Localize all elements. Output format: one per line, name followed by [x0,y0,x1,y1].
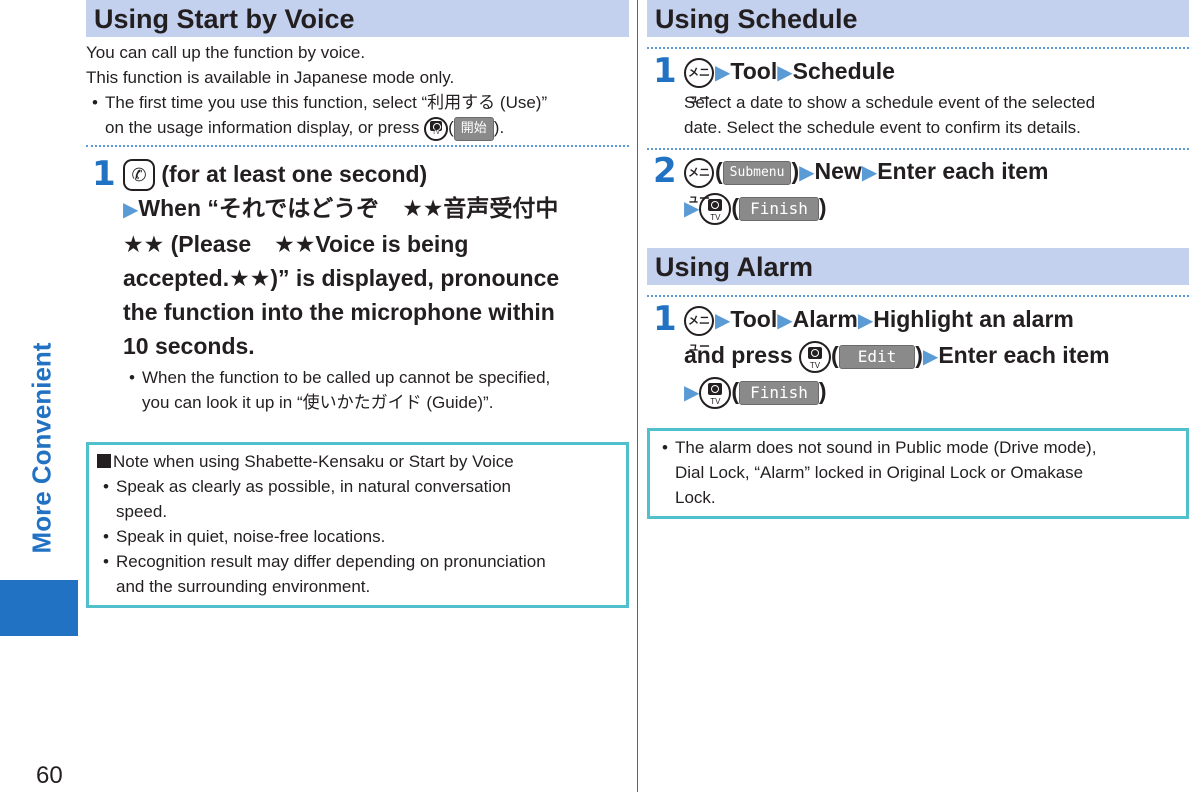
call-key-icon: ✆ [123,159,155,192]
softkey-start: 開始 [453,116,494,141]
step-line-6: 10 seconds. [123,333,255,360]
arrow-icon: ▶ [123,199,139,222]
dotted-divider [647,47,1189,49]
step-line-1: ✆ (for at least one second) [123,157,629,192]
voice-step-1: 1 ✆ (for at least one second) ▶When “それで… [86,157,629,416]
section-title-schedule: Using Schedule [647,0,1189,37]
softkey-edit: Edit [838,344,916,369]
left-column: Using Start by Voice You can call up the… [86,0,629,609]
note-item: Speak as clearly as possible, in natural… [97,474,618,524]
camera-key-icon: TV [699,376,732,409]
menu-key-icon: メニュー [684,157,714,205]
camera-key-icon: TV [699,192,732,225]
note-item: Speak in quiet, noise-free locations. [97,524,618,549]
step-path: メニュー▶Tool▶Alarm▶Highlight an alarm [684,302,1189,353]
step-line-5: the function into the microphone within [123,299,555,326]
step-description: Select a date to show a schedule event o… [684,93,1096,112]
intro-bullet-text: on the usage information display, or pre… [105,118,420,137]
alarm-step-1: 1 メニュー▶Tool▶Alarm▶Highlight an alarm and… [647,302,1189,410]
step-path-cont: and press TV(Edit)▶Enter each item [684,338,1189,374]
dotted-divider [647,295,1189,297]
softkey-submenu: Submenu [722,160,792,185]
step-description: date. Select the schedule event to confi… [684,118,1081,137]
step-line-3: ★★ (Please ★★Voice is being [123,231,469,258]
step-number: 1 [653,51,677,91]
dotted-divider [86,144,629,147]
intro-bullet-line-2: on the usage information display, or pre… [105,115,629,141]
intro-bullet-line-1: The first time you use this function, se… [105,93,548,112]
schedule-step-1: 1 メニュー▶Tool▶Schedule Select a date to sh… [647,54,1189,140]
section-title-start-by-voice: Using Start by Voice [86,0,629,37]
alarm-note-box: The alarm does not sound in Public mode … [647,428,1189,519]
step-note-line-2: you can look it up in “使いかたガイド (Guide)”. [142,393,494,413]
softkey-finish: Finish [739,380,819,405]
step-note-line-1: When the function to be called up cannot… [142,368,551,388]
step-path-cont: ▶ TV(Finish) [684,374,1189,410]
step-number: 2 [653,151,677,191]
step-number: 1 [653,299,677,339]
step-number: 1 [92,153,116,194]
menu-key-icon: メニュー [684,57,714,105]
softkey-finish: Finish [739,196,819,221]
step-path: メニュー▶Tool▶Schedule [684,54,1189,105]
note-heading: Note when using Shabette-Kensaku or Star… [97,449,618,474]
page-number: 60 [36,762,63,789]
intro-bullet: The first time you use this function, se… [86,90,629,141]
camera-key-icon: TV [424,116,449,141]
menu-key-icon: メニュー [684,305,714,353]
square-bullet-icon [97,454,111,469]
note-item: The alarm does not sound in Public mode … [656,435,1178,510]
chapter-label: More Convenient [26,342,57,554]
step-path: メニュー(Submenu)▶New▶Enter each item [684,154,1189,205]
right-column: Using Schedule 1 メニュー▶Tool▶Schedule Sele… [647,0,1189,519]
step-line-4: accepted.★★)” is displayed, pronounce [123,265,560,292]
dotted-divider [647,148,1189,150]
column-divider [637,0,638,792]
note-box: Note when using Shabette-Kensaku or Star… [86,442,629,609]
note-item: Recognition result may differ depending … [97,549,618,599]
step-path-cont: ▶ TV(Finish) [684,190,1189,226]
step-line-2: ▶When “それではどうぞ ★★音声受付中 [123,195,559,222]
section-title-alarm: Using Alarm [647,248,1189,285]
step-note: When the function to be called up cannot… [123,365,629,415]
schedule-step-2: 2 メニュー(Submenu)▶New▶Enter each item ▶ TV(… [647,154,1189,226]
intro-line-1: You can call up the function by voice. [86,43,366,62]
intro-line-2: This function is available in Japanese m… [86,68,455,87]
camera-key-icon: TV [799,340,832,373]
chapter-tab [0,580,78,636]
